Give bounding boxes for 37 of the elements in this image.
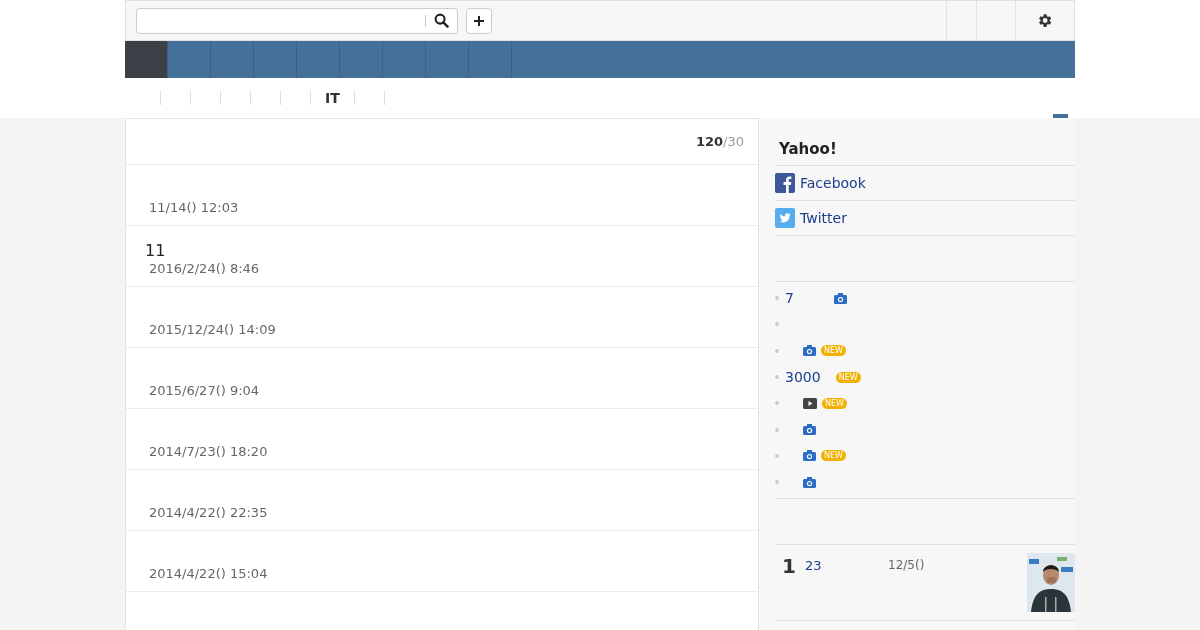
rank-number: 1	[782, 554, 797, 581]
camera-icon	[833, 292, 847, 304]
play-icon	[803, 397, 817, 409]
camera-icon	[803, 345, 816, 357]
camera-icon	[803, 424, 816, 436]
article-date: 2014/4/22() 22:35	[149, 505, 269, 521]
nav-tab[interactable]	[125, 41, 168, 78]
new-badge: NEW	[822, 397, 847, 409]
article-date: 2015/12/24() 14:09	[149, 322, 277, 338]
sidebar-heading: Yahoo!	[778, 139, 838, 160]
plus-icon	[473, 14, 485, 27]
article-title[interactable]: 11	[145, 241, 758, 261]
camera-icon	[803, 450, 816, 462]
share-link[interactable]: Facebook	[800, 172, 866, 194]
subnav-item[interactable]: IT	[310, 91, 354, 105]
article-date: 2014/4/22() 15:04	[149, 566, 269, 582]
new-badge: NEW	[835, 371, 861, 383]
share-link[interactable]: Twitter	[800, 207, 847, 229]
article-date: 11/14() 12:03	[149, 200, 240, 216]
ranking-title[interactable]: 23	[805, 556, 888, 621]
article-count: 120/30	[695, 132, 744, 151]
facebook-icon[interactable]	[775, 173, 795, 193]
article-date: 2016/2/24() 8:46	[149, 261, 261, 277]
article-date: 2014/7/23() 18:20	[149, 444, 269, 460]
topic-link[interactable]: 7	[785, 287, 794, 309]
bird-icon[interactable]	[775, 208, 795, 228]
new-badge: NEW	[821, 450, 846, 462]
search-icon[interactable]	[434, 13, 449, 28]
search-field[interactable]	[136, 7, 458, 34]
article-date: 2015/6/27() 9:04	[149, 383, 261, 399]
camera-icon	[803, 476, 816, 488]
ranking-date: 12/5()	[888, 557, 926, 575]
tab-marker	[1053, 114, 1068, 118]
new-badge: NEW	[821, 345, 846, 357]
add-button[interactable]	[466, 7, 492, 34]
topic-link[interactable]: 3000	[785, 366, 821, 388]
header-button[interactable]	[976, 0, 1016, 41]
